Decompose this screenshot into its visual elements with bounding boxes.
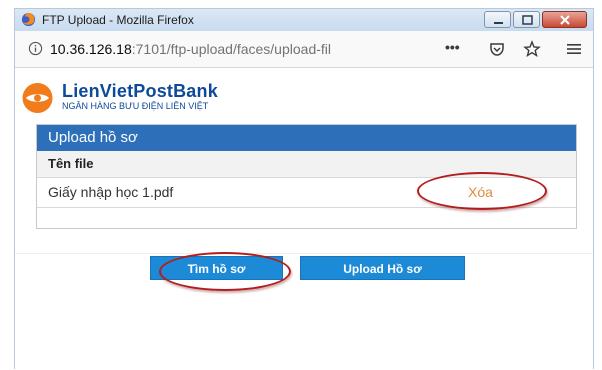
find-file-button[interactable]: Tìm hồ sơ <box>150 256 283 280</box>
url-path: :7101/ftp-upload/faces/upload-fil <box>131 41 331 57</box>
panel-header: Upload hồ sơ <box>37 125 576 151</box>
address-field[interactable]: 10.36.126.18:7101/ftp-upload/faces/uploa… <box>50 41 427 57</box>
file-table-header: Tên file <box>37 151 576 178</box>
upload-panel: Upload hồ sơ Tên file Giấy nhập học 1.pd… <box>36 124 577 229</box>
firefox-icon <box>21 12 36 27</box>
brand-subtitle: NGÂN HÀNG BƯU ĐIỆN LIÊN VIỆT <box>62 101 209 111</box>
more-icon[interactable]: ••• <box>445 39 463 57</box>
pocket-icon[interactable] <box>488 40 506 58</box>
info-icon[interactable] <box>28 41 43 56</box>
table-row: Giấy nhập học 1.pdf Xóa <box>37 172 576 210</box>
file-name-cell: Giấy nhập học 1.pdf <box>48 184 174 200</box>
minimize-button[interactable] <box>484 11 511 28</box>
minimize-icon <box>494 22 503 24</box>
logo-mark-icon <box>22 83 53 113</box>
browser-window: FTP Upload - Mozilla Firefox 10.36.126.1… <box>14 8 594 370</box>
panel-title: Upload hồ sơ <box>48 129 138 146</box>
page-content: LienVietPostBank NGÂN HÀNG BƯU ĐIỆN LIÊN… <box>15 68 593 370</box>
menu-icon[interactable] <box>565 40 583 58</box>
url-bar: 10.36.126.18:7101/ftp-upload/faces/uploa… <box>15 31 593 68</box>
title-bar: FTP Upload - Mozilla Firefox <box>15 9 593 31</box>
column-header-file-name: Tên file <box>48 156 94 171</box>
url-host: 10.36.126.18 <box>50 41 132 57</box>
divider <box>15 253 593 254</box>
window-title: FTP Upload - Mozilla Firefox <box>42 13 194 27</box>
brand-name: LienVietPostBank <box>62 81 218 101</box>
delete-link[interactable]: Xóa <box>468 184 493 200</box>
bank-logo: LienVietPostBank NGÂN HÀNG BƯU ĐIỆN LIÊN… <box>21 81 261 114</box>
close-button[interactable] <box>542 11 587 28</box>
upload-file-button[interactable]: Upload Hồ sơ <box>300 256 465 280</box>
maximize-button[interactable] <box>513 11 540 28</box>
maximize-icon <box>522 15 533 25</box>
bookmark-star-icon[interactable] <box>523 40 541 58</box>
close-icon <box>560 15 570 25</box>
